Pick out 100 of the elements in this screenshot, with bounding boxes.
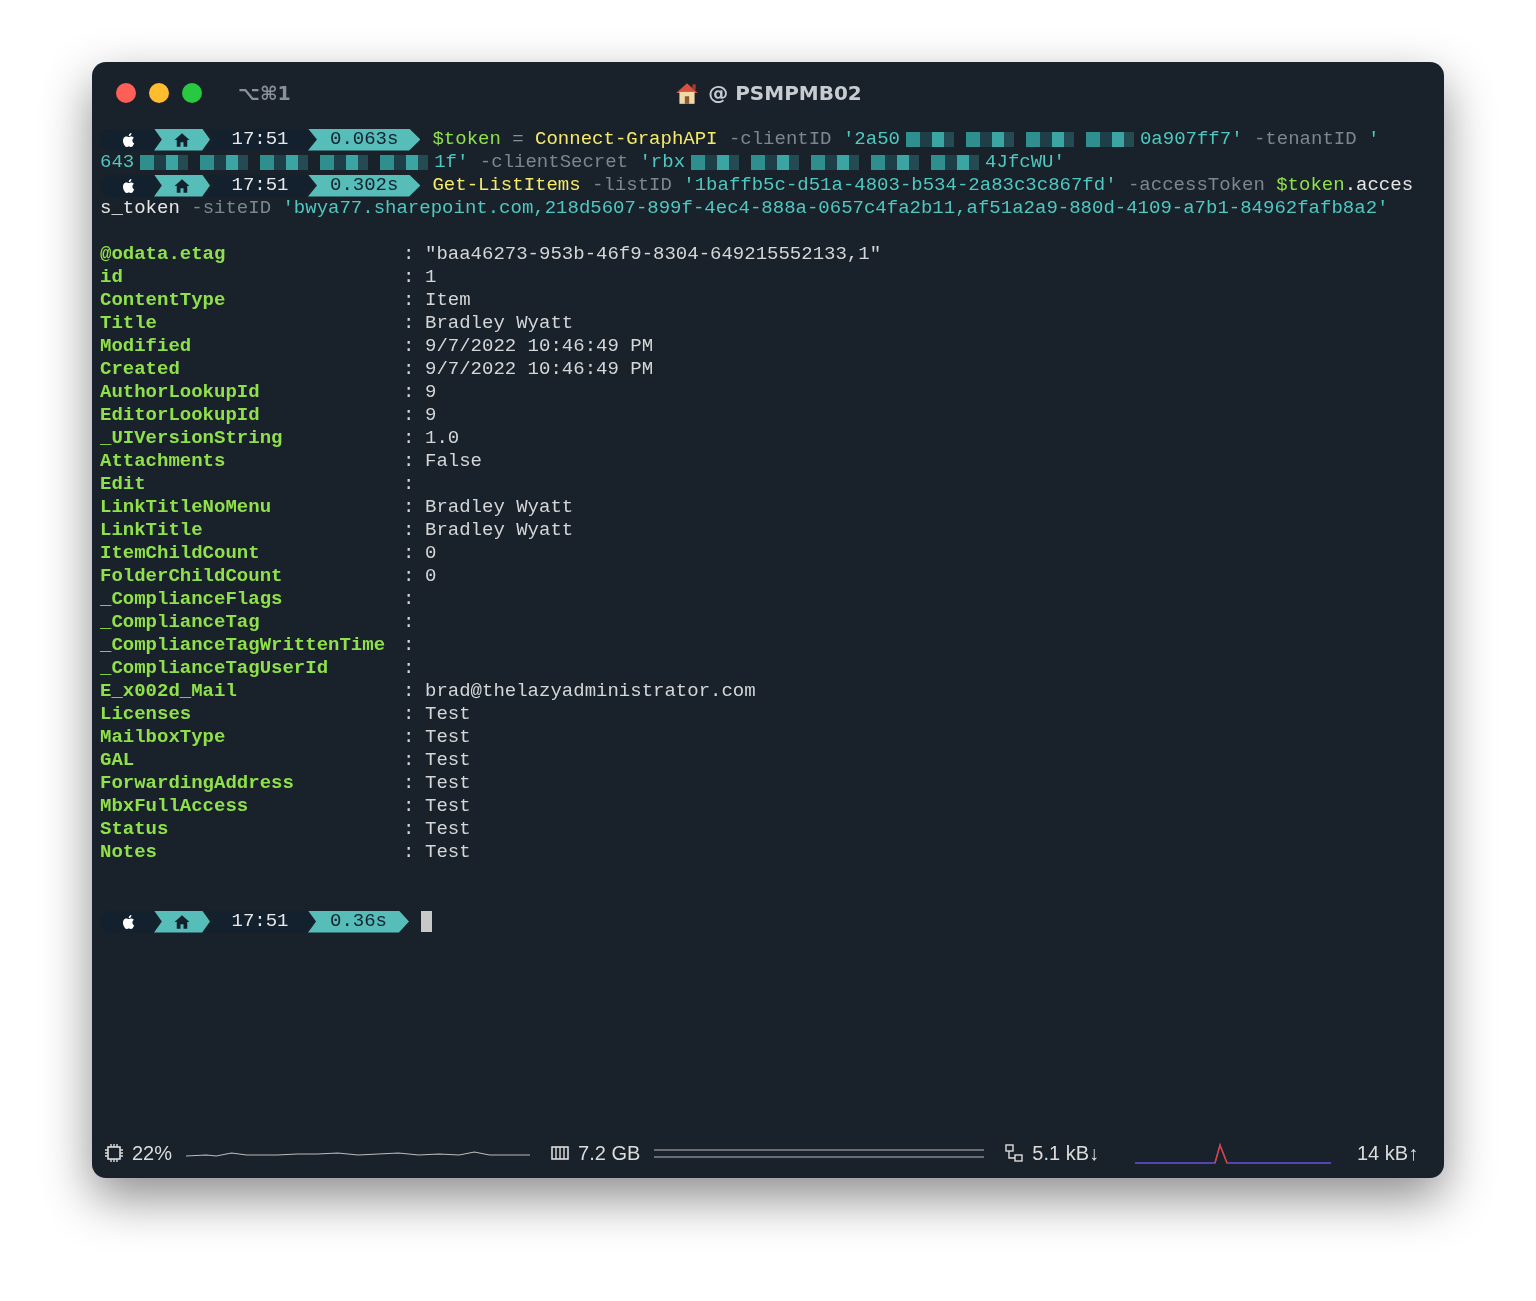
property-value: Test — [425, 841, 471, 864]
prompt-time: 17:51 — [206, 910, 314, 933]
command-text: ' — [1368, 128, 1380, 151]
tab-shortcut: ⌥⌘1 — [238, 82, 291, 104]
separator: : — [403, 450, 416, 473]
property-name: MbxFullAccess — [100, 795, 250, 818]
minimize-button[interactable] — [149, 83, 169, 103]
property-name: ItemChildCount — [100, 542, 261, 565]
separator: : — [403, 358, 416, 381]
property-name: AuthorLookupId — [100, 381, 261, 404]
property-value: brad@thelazyadministrator.com — [425, 680, 756, 703]
command-text: -accessToken — [1126, 174, 1266, 197]
property-name: Licenses — [100, 703, 193, 726]
property-value: 1 — [425, 266, 437, 289]
prompt-time: 17:51 — [206, 174, 314, 197]
command-text: 643 — [100, 151, 135, 174]
command-text: 1f' — [434, 151, 469, 174]
separator: : — [403, 772, 416, 795]
separator: : — [403, 289, 416, 312]
separator: : — [403, 565, 416, 588]
property-value: 9 — [425, 404, 437, 427]
separator: : — [403, 680, 416, 703]
separator: : — [403, 519, 416, 542]
chip-icon — [104, 1143, 124, 1163]
property-name: _ComplianceTagUserId — [100, 657, 330, 680]
separator: : — [403, 312, 416, 335]
separator: : — [403, 381, 416, 404]
prompt-duration: 0.302s — [308, 174, 421, 197]
property-name: Created — [100, 358, 181, 381]
redacted-block — [380, 155, 429, 170]
property-name: LinkTitle — [100, 519, 204, 542]
property-value: Bradley Wyatt — [425, 312, 574, 335]
command-text: '2a50 — [842, 128, 900, 151]
property-value: Test — [425, 818, 471, 841]
zoom-button[interactable] — [182, 83, 202, 103]
command-text: -clientID — [727, 128, 833, 151]
property-name: Title — [100, 312, 158, 335]
command-text: '1baffb5c-d51a-4803-b534-2a83c3c867fd' — [683, 174, 1117, 197]
redacted-block — [871, 155, 920, 170]
apple-icon — [100, 174, 158, 197]
command-text: 'bwya77.sharepoint.com,218d5607-899f-4ec4-888a-0657c4fa2b11,af51a2a9-880d-4109-a7b1-84962fafb8a2' — [282, 197, 1389, 220]
redacted-block — [1025, 132, 1074, 147]
property-value: 0 — [425, 565, 437, 588]
property-name: _ComplianceTag — [100, 611, 261, 634]
property-value: 0 — [425, 542, 437, 565]
property-value: Bradley Wyatt — [425, 496, 574, 519]
property-name: Notes — [100, 841, 158, 864]
property-value: 9/7/2022 10:46:49 PM — [425, 335, 654, 358]
property-name: Modified — [100, 335, 193, 358]
download-rate: 5.1 kB↓ — [1032, 1141, 1099, 1165]
command-text: 4JfcWU' — [985, 151, 1065, 174]
command-text: $token — [1276, 174, 1345, 197]
separator: : — [403, 496, 416, 519]
property-value: 9/7/2022 10:46:49 PM — [425, 358, 654, 381]
separator: : — [403, 427, 416, 450]
property-name: MailboxType — [100, 726, 227, 749]
redacted-block — [811, 155, 860, 170]
property-value: False — [425, 450, 482, 473]
home-icon — [154, 174, 210, 197]
property-name: Attachments — [100, 450, 227, 473]
property-name: ForwardingAddress — [100, 772, 295, 795]
prompt-duration: 0.063s — [308, 128, 421, 151]
command-text: -clientSecret — [478, 151, 630, 174]
property-name: FolderChildCount — [100, 565, 284, 588]
property-value: Item — [425, 289, 471, 312]
redacted-block — [905, 132, 954, 147]
separator: : — [403, 542, 416, 565]
separator: : — [403, 657, 416, 680]
window-title: @ PSMPMB02 — [708, 81, 862, 105]
home-icon — [154, 910, 210, 933]
property-name: GAL — [100, 749, 136, 772]
property-name: _ComplianceTagWrittenTime — [100, 634, 387, 657]
separator: : — [403, 841, 416, 864]
command-text: .acces — [1344, 174, 1414, 197]
property-name: EditorLookupId — [100, 404, 261, 427]
command-text: = — [511, 128, 525, 151]
close-button[interactable] — [116, 83, 136, 103]
redacted-block — [691, 155, 740, 170]
prompt-duration: 0.36s — [308, 910, 409, 933]
separator: : — [403, 818, 416, 841]
cpu-usage: 22% — [132, 1141, 173, 1165]
redacted-block — [200, 155, 249, 170]
redacted-block — [260, 155, 309, 170]
property-value: 1.0 — [425, 427, 460, 450]
property-name: _ComplianceFlags — [100, 588, 284, 611]
redacted-block — [320, 155, 369, 170]
apple-icon — [100, 910, 158, 933]
separator: : — [403, 335, 416, 358]
property-value: Test — [425, 749, 471, 772]
command-text: -tenantID — [1252, 128, 1358, 151]
redacted-block — [140, 155, 189, 170]
redacted-block — [931, 155, 980, 170]
property-value: 9 — [425, 381, 437, 404]
property-name: @odata.etag — [100, 243, 227, 266]
property-name: id — [100, 266, 124, 289]
memory-icon — [550, 1143, 571, 1163]
redacted-block — [965, 132, 1014, 147]
home-icon — [154, 128, 210, 151]
command-text: 'rbx — [639, 151, 686, 174]
text-cursor — [421, 911, 432, 932]
